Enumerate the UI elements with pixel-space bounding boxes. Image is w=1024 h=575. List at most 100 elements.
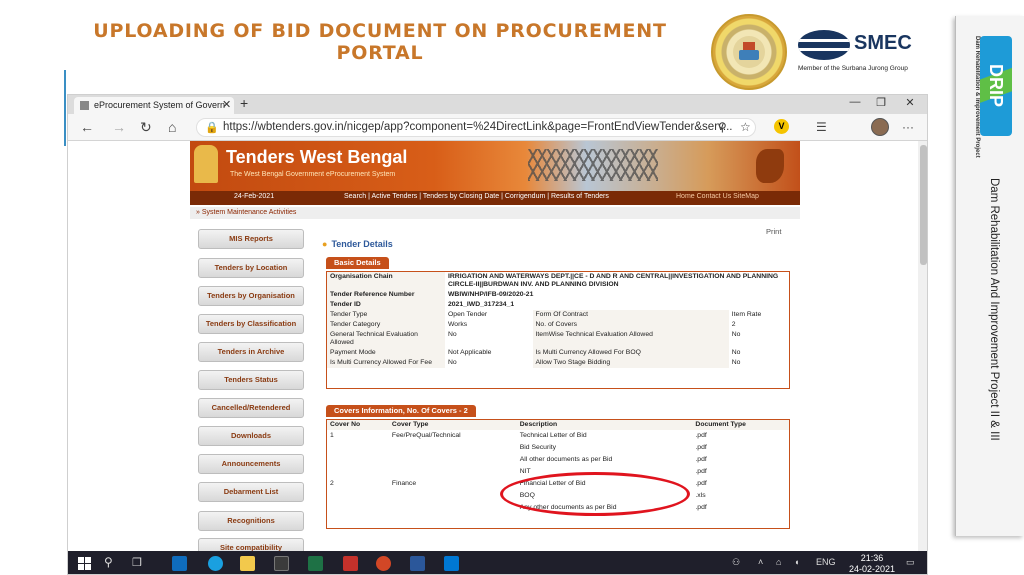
government-seal-logo [711,14,787,90]
new-tab-button[interactable]: + [240,95,248,111]
table-cell [389,490,517,502]
sidebar-item[interactable]: Debarment List [198,482,304,502]
table-cell: .pdf [695,432,707,439]
photos-icon[interactable] [444,556,459,571]
sidebar-item[interactable]: Tenders Status [198,370,304,390]
table-cell: .pdf [695,480,707,487]
minimize-button[interactable]: — [843,96,867,108]
field-label: ItemWise Technical Evaluation Allowed [532,330,729,348]
sidebar-item[interactable]: Recognitions [198,511,304,531]
table-cell: .xls [695,492,706,499]
back-button[interactable]: ← [80,119,94,135]
smec-tagline: Member of the Surbana Jurong Group [798,65,908,72]
state-emblem-icon [194,145,218,183]
forward-button[interactable]: → [112,119,126,135]
clock-date: 24-02-2021 [848,564,896,574]
field-label: Allow Two Stage Bidding [532,358,729,368]
windows-start-icon[interactable] [78,557,91,570]
more-menu-icon[interactable]: ··· [902,120,914,134]
table-cell: 2 [330,480,334,487]
field-value: Works [448,321,468,328]
table-cell: .pdf [695,456,707,463]
table-cell: Fee/PreQual/Technical [391,432,461,439]
sidebar-item[interactable]: Tenders by Location [198,258,304,278]
site-nav-links[interactable]: Search | Active Tenders | Tenders by Clo… [344,193,609,200]
sidebar-item[interactable]: Announcements [198,454,304,474]
drip-side-panel: Dam Rehabilitation & Improvement Project… [955,16,1024,536]
address-bar[interactable]: 🔒 https://wbtenders.gov.in/nicgep/app?co… [196,118,756,137]
url-text[interactable]: https://wbtenders.gov.in/nicgep/app?comp… [223,121,733,133]
web-page: Tenders West Bengal The West Bengal Gove… [68,141,927,558]
collections-icon[interactable]: ☰ [816,120,827,134]
table-row: General Technical Evaluation Allowed No It… [327,330,789,348]
sidebar-item[interactable]: Tenders by Classification [198,314,304,334]
globe-icon [798,30,850,60]
alert-text[interactable]: » System Maintenance Activities [196,209,296,216]
word-icon[interactable] [410,556,425,571]
network-icon[interactable]: ⌂ [776,557,781,567]
taskbar-clock[interactable]: 21:36 24-02-2021 [846,553,898,574]
profile-avatar[interactable] [871,118,889,136]
table-cell: Finance [391,480,417,487]
page-scrollbar[interactable] [918,141,927,551]
close-window-button[interactable]: ✕ [898,96,922,109]
field-label: Form Of Contract [532,310,729,320]
basic-details-tab: Basic Details [326,257,389,269]
field-label: Is Multi Currency Allowed For BOQ [532,348,729,358]
excel-icon[interactable] [308,556,323,571]
field-value: No [731,359,741,366]
site-nav-right-links[interactable]: Home Contact Us SiteMap [676,193,759,200]
site-title: Tenders West Bengal [226,147,408,167]
covers-header-row: Cover No Cover Type Description Document Ty… [327,420,789,430]
maintenance-alert: » System Maintenance Activities [190,207,800,219]
sidebar-item[interactable]: Tenders by Organisation [198,286,304,306]
powerpoint-icon[interactable] [376,556,391,571]
clock-time: 21:36 [860,553,884,563]
store-icon[interactable] [274,556,289,571]
field-label: Is Multi Currency Allowed For Fee [327,358,445,368]
reload-button[interactable]: ↻ [140,119,152,136]
people-icon[interactable]: ⚇ [732,557,740,568]
search-icon[interactable]: ⚲ [104,555,113,569]
home-button[interactable]: ⌂ [168,119,176,135]
field-value: Item Rate [731,311,762,318]
tab-close-icon[interactable]: ✕ [222,98,231,111]
tray-up-icon[interactable]: ˄ [758,557,763,567]
restore-button[interactable]: ❐ [869,96,893,109]
browser-screenshot: eProcurement System of Govern ✕ + — ❐ ✕ … [67,94,928,575]
table-cell: 1 [330,432,334,439]
site-navbar: 24-Feb-2021 Search | Active Tenders | Te… [190,191,800,205]
field-value: No [448,359,457,366]
sidebar-item[interactable]: Downloads [198,426,304,446]
scrollbar-thumb[interactable] [920,145,927,265]
file-explorer-icon[interactable] [240,556,255,571]
sidebar-item[interactable]: Cancelled/Retendered [198,398,304,418]
sidebar-item[interactable]: MIS Reports [198,229,304,249]
field-value: No [731,349,741,356]
acrobat-icon[interactable] [343,556,358,571]
outlook-icon[interactable] [172,556,187,571]
field-label: General Technical Evaluation Allowed [327,330,445,348]
table-cell: Technical Letter of Bid [519,432,587,439]
column-header: Document Type [692,420,789,430]
zoom-icon[interactable]: ⚲ [718,120,727,134]
volume-icon[interactable]: ◖ [794,557,799,567]
edge-browser-icon[interactable] [208,556,223,571]
favorite-icon[interactable]: ☆ [740,120,751,134]
smec-wordmark: SMEC [854,32,912,54]
tab-bar: eProcurement System of Govern ✕ + — ❐ ✕ [68,95,927,114]
browser-tab[interactable]: eProcurement System of Govern ✕ [74,97,234,114]
sidebar-item[interactable]: Tenders in Archive [198,342,304,362]
tender-details-title: Tender Details [322,239,392,249]
slide-title: UPLOADING OF BID DOCUMENT ON PROCUREMENT… [93,20,667,64]
field-value: Not Applicable [448,349,492,356]
print-link[interactable]: Print [766,227,781,236]
tender-id-label: Tender ID [327,300,445,310]
extension-icon[interactable]: V [774,119,789,134]
notification-icon[interactable]: ▭ [906,557,915,568]
table-row: Tender Category Works No. of Covers 2 [327,320,789,330]
field-value: 2 [731,321,736,328]
table-cell [389,442,517,454]
language-indicator[interactable]: ENG [816,557,836,567]
task-view-icon[interactable]: ❒ [132,556,142,569]
